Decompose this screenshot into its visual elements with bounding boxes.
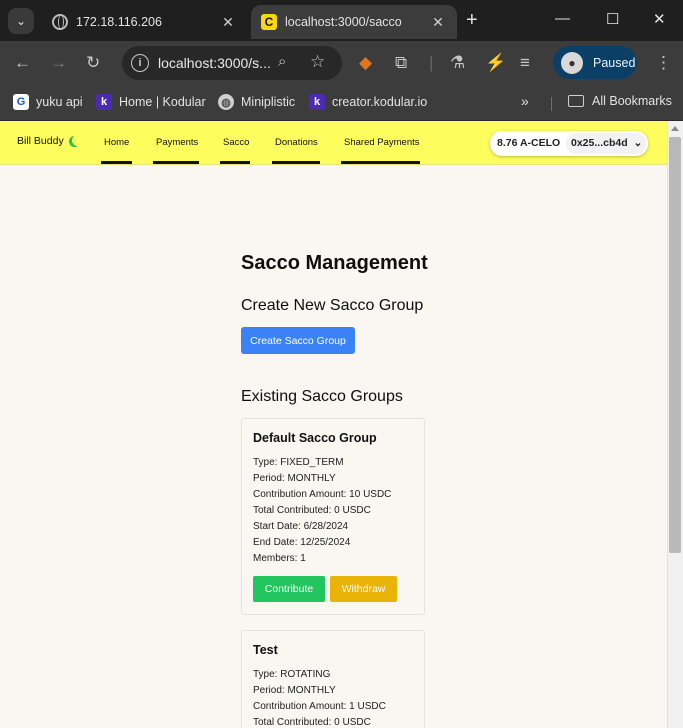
nav-sacco[interactable]: Sacco xyxy=(223,137,249,148)
bookmark-label: Home | Kodular xyxy=(119,95,206,109)
menu-kebab-icon[interactable]: ⋮ xyxy=(655,53,672,73)
browser-toolbar: ← → ↻ i localhost:3000/s... ⌕ ☆ ◆ ⧉ | ⚗ … xyxy=(0,41,683,86)
media-queue-icon[interactable]: ≡ xyxy=(520,53,530,73)
chevron-down-icon: ⌄ xyxy=(633,137,643,149)
profile-status: Paused xyxy=(593,55,636,70)
reload-icon[interactable]: ↻ xyxy=(86,53,100,73)
tab-search-button[interactable]: ⌄ xyxy=(8,8,34,34)
site-info-icon[interactable]: i xyxy=(131,54,149,72)
brand-name: Bill Buddy xyxy=(17,135,64,147)
profile-button[interactable]: ● Paused xyxy=(553,46,637,79)
c-favicon-icon: C xyxy=(261,14,277,30)
nav-underline xyxy=(153,161,199,164)
scrollbar-thumb[interactable] xyxy=(669,137,681,553)
performance-icon[interactable]: ⚡ xyxy=(485,53,506,73)
globe-icon xyxy=(52,14,68,30)
brand-logo[interactable]: Bill Buddy xyxy=(17,135,80,147)
tab-title: localhost:3000/sacco xyxy=(285,15,402,29)
group-members: Members: 1 xyxy=(253,553,306,564)
tab-title: 172.18.116.206 xyxy=(76,15,162,29)
tab-sacco[interactable]: C localhost:3000/sacco ✕ xyxy=(251,5,457,39)
group-contribution: Contribution Amount: 1 USDC xyxy=(253,701,386,712)
scroll-up-arrow-icon[interactable] xyxy=(671,126,679,131)
group-type: Type: ROTATING xyxy=(253,669,331,680)
group-name: Default Sacco Group xyxy=(253,431,377,445)
labs-flask-icon[interactable]: ⚗ xyxy=(450,53,465,73)
nav-underline xyxy=(341,161,420,164)
bookmark-kodular-creator[interactable]: k creator.kodular.io xyxy=(309,94,427,110)
bookmark-label: creator.kodular.io xyxy=(332,95,428,109)
forward-icon[interactable]: → xyxy=(50,53,67,73)
all-bookmarks-button[interactable]: All Bookmarks xyxy=(568,94,672,108)
create-sacco-button[interactable]: Create Sacco Group xyxy=(241,327,355,354)
close-icon[interactable]: ✕ xyxy=(219,14,237,31)
page-viewport: Bill Buddy Home Payments Sacco Donations… xyxy=(0,121,667,728)
withdraw-button[interactable]: Withdraw xyxy=(330,576,397,602)
bookmark-miniplistic[interactable]: ◍ Miniplistic xyxy=(218,94,295,110)
kodular-icon: k xyxy=(96,94,112,110)
avatar: ● xyxy=(561,51,583,74)
nav-underline xyxy=(101,161,132,164)
close-window-button[interactable]: ✕ xyxy=(653,10,666,28)
existing-heading: Existing Sacco Groups xyxy=(241,388,403,405)
account-address: 0x25...cb4d xyxy=(571,137,628,149)
group-period: Period: MONTHLY xyxy=(253,685,336,696)
group-period: Period: MONTHLY xyxy=(253,473,336,484)
separator: | xyxy=(429,53,434,72)
account-selector[interactable]: 0x25...cb4d ⌄ xyxy=(566,133,646,154)
zoom-icon[interactable]: ⌕ xyxy=(278,53,286,70)
nav-underline xyxy=(272,161,320,164)
kodular-icon: k xyxy=(309,94,325,110)
sacco-card: Default Sacco Group Type: FIXED_TERM Per… xyxy=(241,418,425,615)
nav-home[interactable]: Home xyxy=(104,137,129,148)
bookmark-kodular-home[interactable]: k Home | Kodular xyxy=(96,94,206,110)
bookmark-label: Miniplistic xyxy=(241,95,296,109)
tab-ip[interactable]: 172.18.116.206 ✕ xyxy=(42,5,247,39)
new-tab-button[interactable]: + xyxy=(466,9,478,31)
nav-donations[interactable]: Donations xyxy=(275,137,318,148)
wallet-button[interactable]: 8.76 A-CELO 0x25...cb4d ⌄ xyxy=(490,131,648,156)
create-heading: Create New Sacco Group xyxy=(241,297,424,314)
tab-strip: ⌄ 172.18.116.206 ✕ C localhost:3000/sacc… xyxy=(0,0,683,41)
close-icon[interactable]: ✕ xyxy=(429,14,447,31)
folder-icon xyxy=(568,95,584,107)
bookmarks-bar: G yuku api k Home | Kodular ◍ Miniplisti… xyxy=(0,86,683,121)
minimize-button[interactable]: — xyxy=(555,10,570,27)
group-type: Type: FIXED_TERM xyxy=(253,457,344,468)
group-end-date: End Date: 12/25/2024 xyxy=(253,537,351,548)
bookmark-yuku-api[interactable]: G yuku api xyxy=(13,94,83,110)
bookmark-label: yuku api xyxy=(36,95,83,109)
bookmark-star-icon[interactable]: ☆ xyxy=(310,52,325,72)
back-icon[interactable]: ← xyxy=(14,53,31,73)
group-contribution: Contribution Amount: 10 USDC xyxy=(253,489,392,500)
url-text[interactable]: localhost:3000/s... xyxy=(158,55,271,71)
all-bookmarks-label: All Bookmarks xyxy=(592,94,672,108)
moon-icon xyxy=(72,135,83,146)
yuku-icon: G xyxy=(13,94,29,110)
group-name: Test xyxy=(253,643,278,657)
group-total: Total Contributed: 0 USDC xyxy=(253,717,371,728)
page-title: Sacco Management xyxy=(241,252,428,274)
nav-shared-payments[interactable]: Shared Payments xyxy=(344,137,420,148)
maximize-button[interactable]: ☐ xyxy=(606,10,619,28)
address-bar[interactable]: i localhost:3000/s... ⌕ ☆ xyxy=(122,46,342,80)
contribute-button[interactable]: Contribute xyxy=(253,576,325,602)
extensions-icon[interactable]: ⧉ xyxy=(395,53,407,73)
separator xyxy=(551,97,552,111)
metamask-icon[interactable]: ◆ xyxy=(359,53,372,73)
sacco-card: Test Type: ROTATING Period: MONTHLY Cont… xyxy=(241,630,425,728)
nav-payments[interactable]: Payments xyxy=(156,137,198,148)
app-navbar: Bill Buddy Home Payments Sacco Donations… xyxy=(0,121,667,165)
wallet-balance: 8.76 A-CELO xyxy=(497,137,561,149)
nav-underline xyxy=(220,161,250,164)
chevron-double-right-icon[interactable]: » xyxy=(521,93,529,109)
group-start-date: Start Date: 6/28/2024 xyxy=(253,521,349,532)
chevron-down-icon: ⌄ xyxy=(15,14,27,28)
globe-icon: ◍ xyxy=(218,94,234,110)
group-total: Total Contributed: 0 USDC xyxy=(253,505,371,516)
